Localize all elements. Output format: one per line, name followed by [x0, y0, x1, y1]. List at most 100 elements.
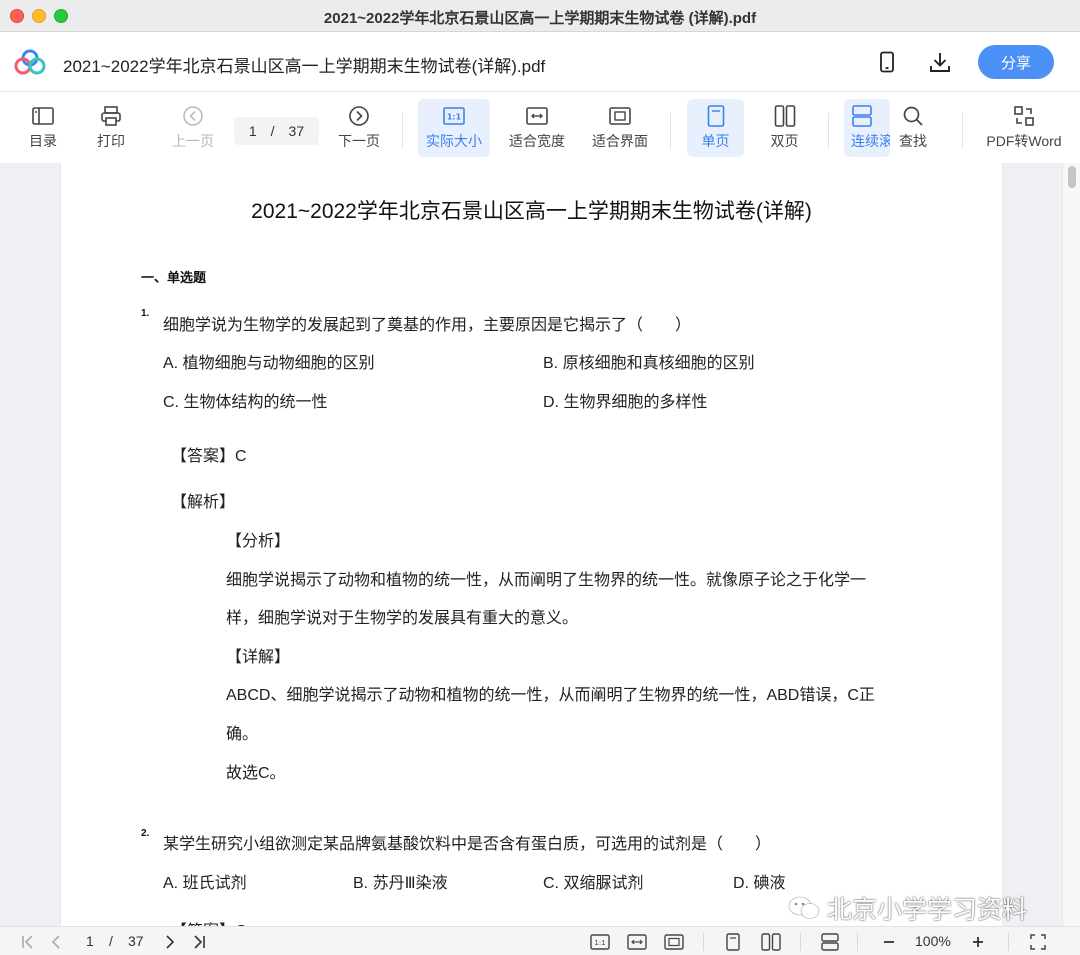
- print-icon: [100, 104, 122, 128]
- app-header: 2021~2022学年北京石景山区高一上学期期末生物试卷(详解).pdf 分享: [0, 32, 1080, 92]
- single-page-icon[interactable]: [723, 932, 743, 952]
- xiangjie-heading: 【详解】: [226, 649, 291, 666]
- fit-page-button[interactable]: 适合界面: [587, 99, 653, 157]
- page-total: 37: [288, 123, 305, 139]
- toolbar-divider: [402, 113, 403, 149]
- find-button[interactable]: 查找: [890, 99, 936, 157]
- status-bar: 1 / 37 1:1 100%: [0, 926, 1080, 955]
- watermark-text: 北京小学学习资料: [827, 896, 1028, 924]
- fenxi-heading: 【分析】: [226, 533, 291, 550]
- status-divider: [857, 933, 858, 951]
- toolbar-divider: [670, 113, 671, 149]
- continuous-scroll-label: 连续滚: [851, 133, 890, 149]
- continuous-scroll-icon: [851, 104, 873, 128]
- page-current: 1: [248, 123, 257, 139]
- prev-page-icon[interactable]: [46, 932, 66, 952]
- option-c: C. 双缩脲试剂: [543, 875, 644, 892]
- actual-size-icon[interactable]: 1:1: [590, 932, 610, 952]
- double-page-icon: [774, 104, 796, 128]
- download-icon[interactable]: [926, 48, 954, 76]
- wechat-icon: [788, 896, 820, 919]
- prev-circle-icon: [182, 104, 204, 128]
- next-page-button[interactable]: 下一页: [334, 99, 384, 157]
- question-number: 2.: [141, 828, 150, 839]
- prev-page-button[interactable]: 上一页: [168, 99, 218, 157]
- toc-button[interactable]: 目录: [22, 99, 64, 157]
- pdf-page: 2021~2022学年北京石景山区高一上学期期末生物试卷(详解) 一、单选题 1…: [61, 163, 1002, 926]
- status-divider: [703, 933, 704, 951]
- toolbar-divider: [962, 113, 963, 149]
- actual-size-label: 实际大小: [426, 133, 482, 149]
- zoom-out-icon[interactable]: [879, 932, 899, 952]
- fenxi-text-line: 细胞学说揭示了动物和植物的统一性，从而阐明了生物界的统一性。就像原子论之于化学一: [226, 572, 867, 589]
- question-text: 某学生研究小组欲测定某品牌氨基酸饮料中是否含有蛋白质，可选用的试剂是（ ）: [163, 836, 772, 853]
- option-a: A. 植物细胞与动物细胞的区别: [163, 355, 375, 372]
- share-button[interactable]: 分享: [978, 45, 1054, 79]
- pdf-to-word-button[interactable]: PDF转Word: [982, 99, 1066, 157]
- single-page-icon: [707, 104, 725, 128]
- section-heading: 一、单选题: [141, 270, 207, 285]
- answer-line: 【答案】C: [171, 448, 247, 465]
- status-divider: [800, 933, 801, 951]
- last-page-icon[interactable]: [189, 932, 209, 952]
- single-page-label: 单页: [701, 133, 730, 149]
- page-separator: /: [270, 123, 275, 139]
- search-icon: [902, 104, 924, 128]
- fit-width-button[interactable]: 适合宽度: [504, 99, 570, 157]
- option-b: B. 原核细胞和真核细胞的区别: [543, 355, 755, 372]
- print-label: 打印: [97, 133, 125, 149]
- toolbar-divider: [828, 113, 829, 149]
- zoom-level: 100%: [915, 933, 951, 949]
- vertical-scrollbar[interactable]: [1062, 163, 1080, 926]
- toc-icon: [32, 104, 54, 128]
- analysis-heading: 【解析】: [171, 494, 236, 511]
- find-label: 查找: [899, 133, 927, 149]
- pdf-to-word-label: PDF转Word: [986, 133, 1062, 149]
- fit-page-label: 适合界面: [592, 133, 648, 149]
- xiangjie-text-line: ABCD、细胞学说揭示了动物和植物的统一性，从而阐明了生物界的统一性，ABD错误…: [226, 687, 875, 704]
- app-logo-icon: [14, 49, 46, 75]
- window-title: 2021~2022学年北京石景山区高一上学期期末生物试卷 (详解).pdf: [323, 10, 757, 27]
- fullscreen-icon[interactable]: [1028, 932, 1048, 952]
- print-button[interactable]: 打印: [90, 99, 132, 157]
- option-a: A. 班氏试剂: [163, 875, 247, 892]
- conclusion-line: 故选C。: [226, 765, 286, 782]
- fit-width-icon[interactable]: [627, 932, 647, 952]
- option-c: C. 生物体结构的统一性: [163, 394, 328, 411]
- zoom-in-icon[interactable]: [968, 932, 988, 952]
- page-number-input[interactable]: 1 / 37: [234, 117, 319, 145]
- status-page-total: 37: [128, 933, 144, 949]
- continuous-scroll-button[interactable]: 连续滚: [844, 99, 890, 157]
- status-page-current: 1: [86, 933, 94, 949]
- fit-page-icon: [609, 104, 631, 128]
- convert-icon: [1013, 104, 1035, 128]
- actual-size-button[interactable]: 1:1 实际大小: [418, 99, 490, 157]
- option-d: D. 碘液: [733, 875, 786, 892]
- xiangjie-text-line: 确。: [226, 726, 259, 743]
- svg-text:1:1: 1:1: [594, 939, 605, 947]
- document-name: 2021~2022学年北京石景山区高一上学期期末生物试卷(详解).pdf: [63, 57, 546, 76]
- scrollbar-thumb[interactable]: [1068, 166, 1076, 188]
- continuous-scroll-icon[interactable]: [820, 932, 840, 952]
- document-viewport[interactable]: 2021~2022学年北京石景山区高一上学期期末生物试卷(详解) 一、单选题 1…: [0, 163, 1080, 926]
- phone-icon[interactable]: [873, 48, 901, 76]
- toc-label: 目录: [29, 133, 57, 149]
- double-page-label: 双页: [770, 133, 799, 149]
- window-titlebar: 2021~2022学年北京石景山区高一上学期期末生物试卷 (详解).pdf: [0, 0, 1080, 32]
- question-number: 1.: [141, 308, 150, 319]
- actual-size-icon: 1:1: [443, 104, 465, 128]
- double-page-button[interactable]: 双页: [756, 99, 813, 157]
- next-circle-icon: [348, 104, 370, 128]
- fit-page-icon[interactable]: [664, 932, 684, 952]
- next-page-label: 下一页: [338, 133, 380, 149]
- pdf-title: 2021~2022学年北京石景山区高一上学期期末生物试卷(详解): [251, 200, 812, 223]
- status-page-separator: /: [109, 933, 113, 949]
- first-page-icon[interactable]: [18, 932, 38, 952]
- single-page-button[interactable]: 单页: [687, 99, 744, 157]
- status-divider: [1008, 933, 1009, 951]
- double-page-icon[interactable]: [761, 932, 781, 952]
- question-text: 细胞学说为生物学的发展起到了奠基的作用，主要原因是它揭示了（ ）: [163, 317, 692, 334]
- watermark: 北京小学学习资料: [787, 890, 1027, 926]
- answer-line: 【答案】C: [171, 917, 247, 926]
- next-page-icon[interactable]: [160, 932, 180, 952]
